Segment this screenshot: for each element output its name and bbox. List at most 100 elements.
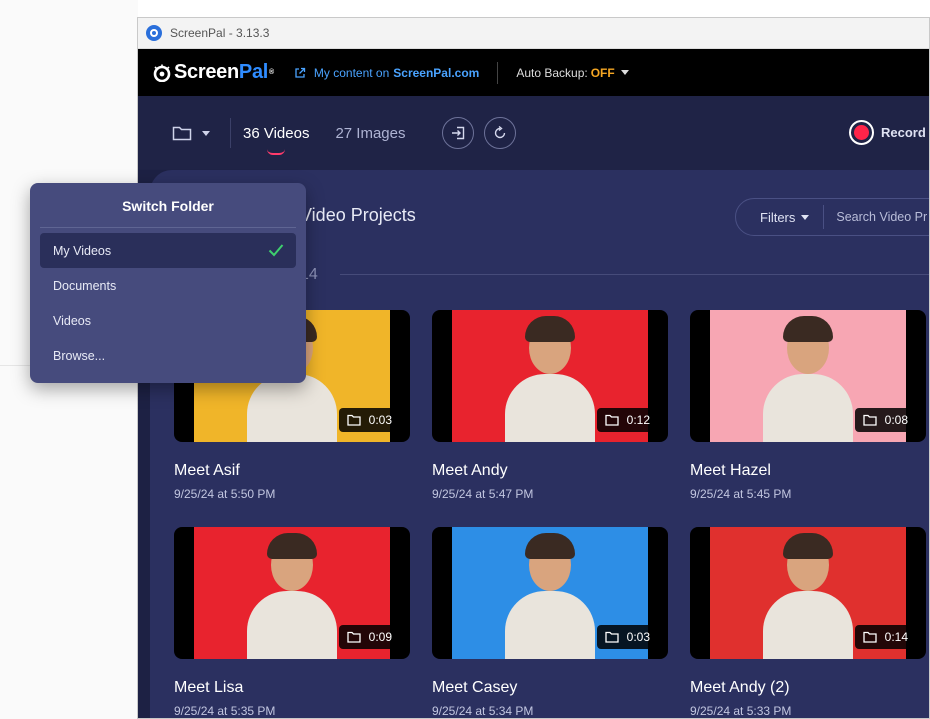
duration-badge: 0:03	[596, 625, 658, 649]
video-name[interactable]: Meet Andy (2)	[690, 679, 926, 697]
video-card[interactable]: 0:08 Meet Hazel 9/25/24 at 5:45 PM	[690, 310, 926, 501]
filters-dropdown[interactable]: Filters	[736, 209, 810, 225]
popup-divider	[40, 227, 296, 228]
screenpal-logo-icon	[153, 64, 171, 82]
toolbar: 36 Videos 27 Images Record	[138, 96, 929, 170]
logo-text-screen: Screen	[174, 61, 239, 83]
record-button[interactable]: Record	[849, 120, 926, 145]
folder-option-label: My Videos	[53, 243, 112, 258]
folder-icon	[172, 126, 192, 141]
video-date: 9/25/24 at 5:35 PM	[174, 704, 276, 718]
duration-badge: 0:09	[338, 625, 400, 649]
my-content-site: ScreenPal.com	[393, 65, 480, 80]
header-divider	[497, 61, 499, 84]
duration-text: 0:03	[626, 630, 650, 644]
folder-option-my-videos[interactable]: My Videos	[40, 233, 296, 268]
video-name[interactable]: Meet Asif	[174, 462, 410, 480]
duration-text: 0:14	[884, 630, 908, 644]
video-date: 9/25/24 at 5:45 PM	[690, 487, 792, 501]
video-card[interactable]: 0:03 Meet Casey 9/25/24 at 5:34 PM	[432, 527, 668, 718]
person-figure	[753, 529, 863, 659]
video-date: 9/25/24 at 5:50 PM	[174, 487, 276, 501]
video-name[interactable]: Meet Hazel	[690, 462, 926, 480]
duration-badge: 0:03	[338, 408, 400, 432]
folder-option-label: Documents	[53, 278, 117, 293]
folder-icon	[346, 631, 361, 643]
folder-option-label: Videos	[53, 313, 91, 328]
import-icon	[451, 126, 464, 140]
person-figure	[495, 529, 605, 659]
switch-folder-popup: Switch Folder My Videos Documents Videos…	[30, 183, 306, 383]
my-content-link[interactable]: My content on ScreenPal.com	[294, 66, 479, 80]
chevron-down-icon	[202, 130, 210, 136]
refresh-icon	[494, 126, 505, 139]
video-thumbnail[interactable]: 0:03	[432, 527, 668, 659]
tab-videos[interactable]: 36 Videos	[243, 124, 310, 155]
logo-text-pal: Pal	[238, 61, 269, 83]
duration-text: 0:12	[626, 413, 650, 427]
duration-text: 0:09	[368, 630, 392, 644]
section-title: Video Projects	[300, 205, 416, 225]
filter-divider	[823, 205, 825, 229]
duration-text: 0:03	[368, 413, 392, 427]
chevron-down-icon	[801, 214, 810, 220]
folder-option-browse[interactable]: Browse...	[40, 338, 296, 373]
app-header: Screen Pal ® My content on ScreenPal.com…	[138, 49, 929, 96]
video-card[interactable]: 0:12 Meet Andy 9/25/24 at 5:47 PM	[432, 310, 668, 501]
tab-images-label: 27 Images	[335, 124, 406, 142]
folder-option-label: Browse...	[53, 348, 106, 363]
video-thumbnail[interactable]: 0:09	[174, 527, 410, 659]
checkmark-icon	[268, 244, 284, 257]
filter-search-bar: Filters Search Video Pr	[735, 198, 929, 236]
screenpal-logo: Screen Pal ®	[152, 61, 274, 84]
folder-icon	[862, 414, 877, 426]
video-thumbnail[interactable]: 0:14	[690, 527, 926, 659]
record-label: Record	[881, 125, 926, 140]
auto-backup-value: OFF	[590, 65, 615, 80]
folder-switch-button[interactable]	[172, 125, 210, 141]
folder-icon	[862, 631, 877, 643]
logo-registered: ®	[269, 69, 274, 76]
filters-label: Filters	[760, 209, 796, 225]
refresh-button[interactable]	[483, 117, 516, 149]
video-thumbnail[interactable]: 0:08	[690, 310, 926, 442]
external-link-icon	[295, 67, 306, 78]
duration-badge: 0:08	[854, 408, 916, 432]
auto-backup-label: Auto Backup:	[516, 65, 588, 80]
duration-badge: 0:14	[854, 625, 916, 649]
person-figure	[237, 529, 347, 659]
toolbar-divider	[230, 118, 231, 148]
folder-icon	[604, 631, 619, 643]
chevron-down-icon	[620, 70, 629, 75]
tab-images[interactable]: 27 Images	[335, 125, 405, 142]
video-date: 9/25/24 at 5:34 PM	[432, 704, 534, 718]
my-content-prefix: My content on	[313, 65, 390, 80]
auto-backup-dropdown[interactable]: Auto Backup: OFF	[516, 65, 629, 80]
video-date: 9/25/24 at 5:47 PM	[432, 487, 534, 501]
video-card[interactable]: 0:09 Meet Lisa 9/25/24 at 5:35 PM	[174, 527, 410, 718]
switch-folder-title: Switch Folder	[122, 198, 214, 214]
title-bar: ScreenPal - 3.13.3	[138, 18, 929, 49]
window-title: ScreenPal - 3.13.3	[170, 26, 270, 40]
duration-badge: 0:12	[596, 408, 658, 432]
folder-icon	[604, 414, 619, 426]
video-name[interactable]: Meet Andy	[432, 462, 668, 480]
duration-text: 0:08	[884, 413, 908, 427]
record-icon	[849, 120, 874, 145]
date-group-divider	[340, 274, 929, 275]
screenpal-app-icon	[146, 25, 162, 41]
video-date: 9/25/24 at 5:33 PM	[690, 704, 792, 718]
person-figure	[495, 312, 605, 442]
person-figure	[753, 312, 863, 442]
folder-option-videos[interactable]: Videos	[40, 303, 296, 338]
folder-option-documents[interactable]: Documents	[40, 268, 296, 303]
video-thumbnail[interactable]: 0:12	[432, 310, 668, 442]
search-input[interactable]: Search Video Pr	[836, 210, 927, 224]
active-tab-indicator	[267, 149, 285, 155]
import-button[interactable]	[441, 117, 474, 149]
video-card[interactable]: 0:14 Meet Andy (2) 9/25/24 at 5:33 PM	[690, 527, 926, 718]
tab-videos-label: 36 Videos	[243, 124, 310, 142]
video-name[interactable]: Meet Casey	[432, 679, 668, 697]
folder-icon	[346, 414, 361, 426]
video-name[interactable]: Meet Lisa	[174, 679, 410, 697]
